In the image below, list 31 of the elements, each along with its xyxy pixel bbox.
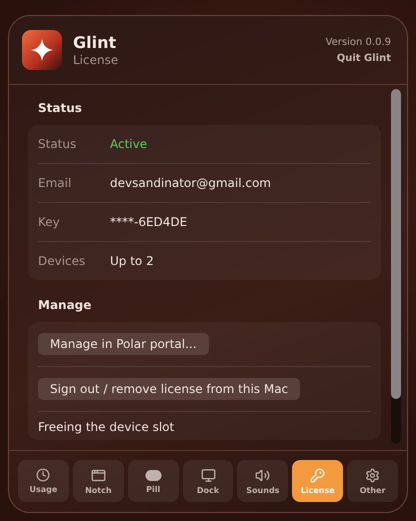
field-label: Key (38, 215, 61, 229)
section-note: Freeing the device slot (38, 419, 174, 436)
action-button[interactable]: Sign out / remove license from this Mac (38, 378, 300, 400)
app-name: Glint (73, 33, 118, 52)
window-icon (90, 468, 106, 482)
app-icon (22, 30, 62, 70)
monitor-icon (200, 468, 216, 482)
tab-button[interactable]: Pill (128, 460, 179, 502)
quit-button[interactable]: Quit Glint (336, 52, 391, 64)
gear-icon (365, 468, 380, 482)
tab-button[interactable]: Other (347, 460, 398, 502)
field-value: devsandinator@gmail.com (110, 176, 271, 190)
pill-icon (144, 468, 162, 482)
tab-button[interactable]: Sounds (237, 460, 288, 502)
section-heading: Manage (38, 298, 92, 312)
field-value: Active (110, 137, 148, 151)
clock-icon (36, 468, 50, 482)
field-value: Up to 2 (110, 254, 154, 268)
field-value: ****-6ED4DE (110, 215, 188, 229)
version-label: Version 0.0.9 (326, 36, 391, 48)
section-subtitle: License (73, 53, 120, 67)
field-label: Devices (38, 254, 86, 268)
tab-button[interactable]: Notch (72, 460, 124, 502)
tab-button[interactable]: Usage (18, 460, 69, 502)
speaker-icon (255, 468, 270, 482)
tab-button[interactable]: Dock (182, 460, 234, 502)
field-label: Email (38, 176, 72, 190)
key-icon (310, 468, 326, 482)
action-button[interactable]: Manage in Polar portal... (38, 333, 209, 355)
section-heading: Status (38, 101, 83, 115)
field-label: Status (38, 137, 78, 151)
